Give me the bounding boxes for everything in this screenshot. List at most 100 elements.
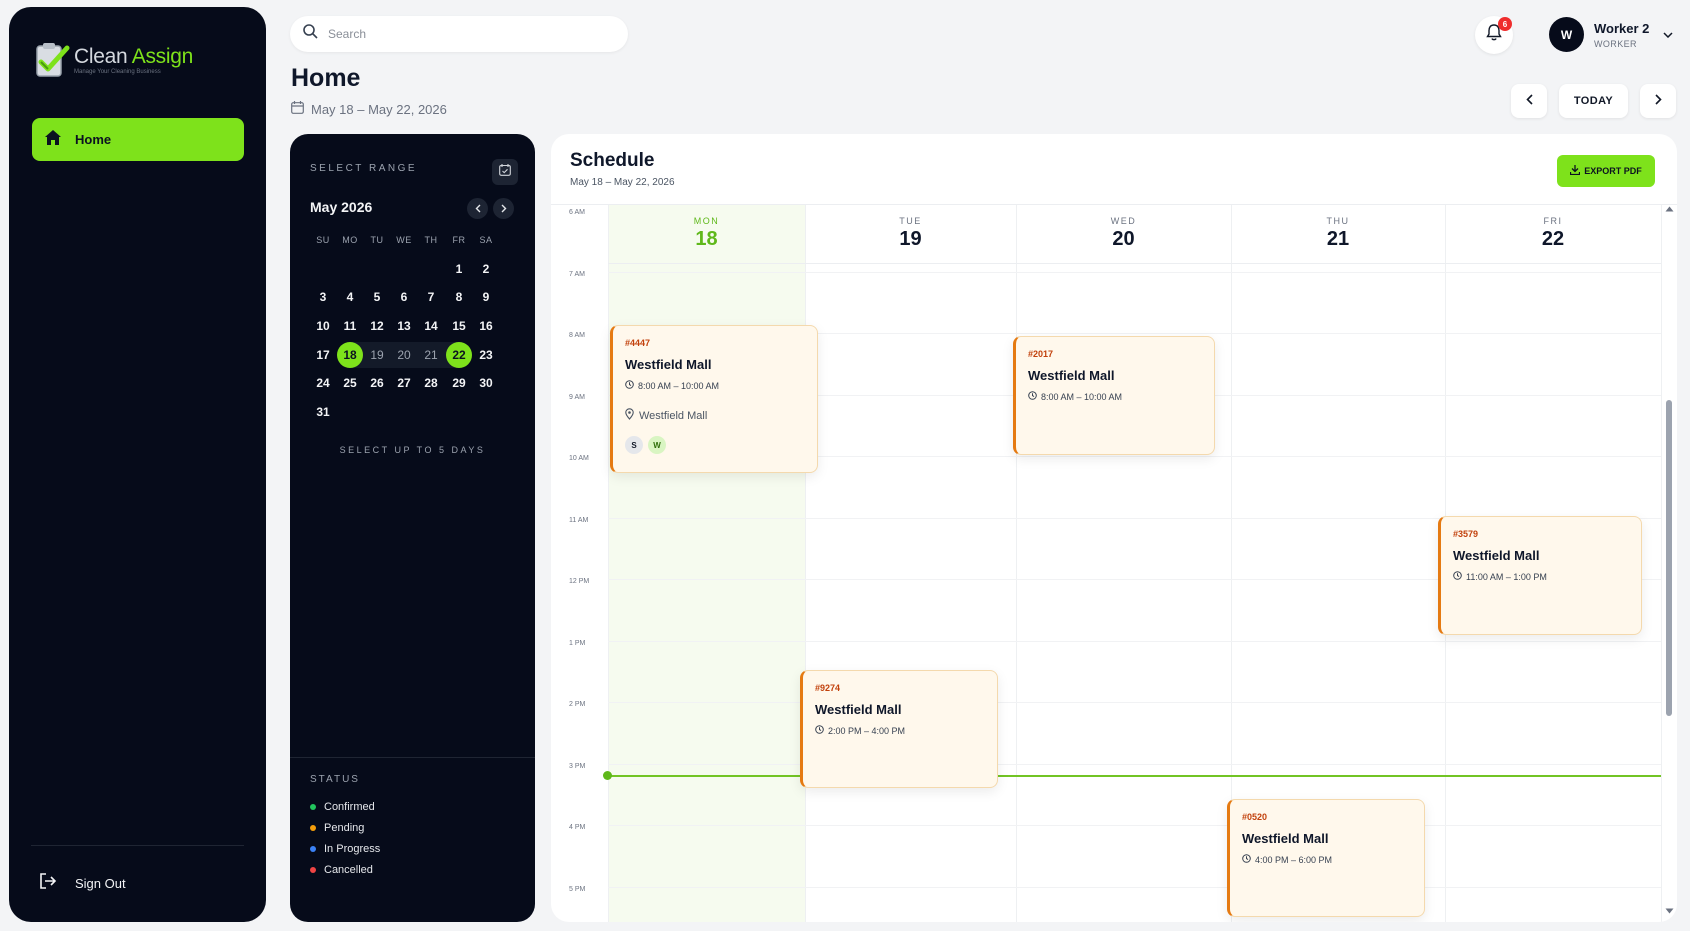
chevron-down-icon[interactable]: [1663, 25, 1673, 43]
calendar-day[interactable]: 9: [473, 284, 499, 310]
day-header[interactable]: FRI 22: [1445, 216, 1661, 251]
download-icon: [1570, 165, 1581, 177]
chevron-left-icon: [1525, 94, 1533, 108]
scroll-down-arrow-icon[interactable]: [1665, 908, 1674, 914]
user-menu[interactable]: W Worker 2 WORKER: [1549, 17, 1673, 52]
export-pdf-button[interactable]: EXPORT PDF: [1557, 155, 1655, 187]
calendar-day[interactable]: 27: [391, 370, 417, 396]
calendar-day[interactable]: 12: [364, 313, 390, 339]
calendar-day[interactable]: 3: [310, 284, 336, 310]
day-header-name: TUE: [899, 216, 922, 226]
calendar-day[interactable]: 7: [418, 284, 444, 310]
calendar-day[interactable]: 2: [473, 256, 499, 282]
prev-month-button[interactable]: [467, 198, 488, 219]
hour-gridline: [608, 886, 1661, 888]
calendar-day[interactable]: 14: [418, 313, 444, 339]
sign-out-button[interactable]: Sign Out: [39, 873, 126, 894]
calendar-reset-button[interactable]: [492, 159, 518, 185]
hour-gridline: [608, 271, 1661, 273]
calendar-day[interactable]: 11: [337, 313, 363, 339]
calendar-day[interactable]: 26: [364, 370, 390, 396]
hour-gridline: [608, 763, 1661, 765]
today-button[interactable]: TODAY: [1559, 84, 1628, 118]
sign-out-icon: [39, 873, 57, 894]
calendar-day[interactable]: 24: [310, 370, 336, 396]
sign-out-label: Sign Out: [75, 876, 126, 891]
status-dot-icon: [310, 867, 316, 873]
notification-count-badge: 6: [1498, 17, 1512, 31]
calendar-day[interactable]: 31: [310, 399, 336, 425]
calendar-day[interactable]: 29: [446, 370, 472, 396]
calendar-day[interactable]: 13: [391, 313, 417, 339]
day-header[interactable]: TUE 19: [805, 216, 1016, 251]
previous-week-button[interactable]: [1511, 84, 1547, 118]
appointment-address-text: Westfield Mall: [639, 409, 708, 422]
calendar-day[interactable]: 28: [418, 370, 444, 396]
scroll-up-arrow-icon[interactable]: [1665, 206, 1674, 212]
day-header-date: 19: [899, 228, 922, 250]
day-header-name: FRI: [1543, 216, 1563, 226]
scrollbar-thumb[interactable]: [1666, 400, 1672, 716]
appointment-location: Westfield Mall: [1242, 831, 1329, 846]
time-label: 7 AM: [569, 270, 585, 278]
range-limit-note: SELECT UP TO 5 DAYS: [339, 445, 486, 455]
appointment-id: #4447: [625, 338, 651, 348]
clock-icon: [1453, 571, 1462, 582]
calendar-day[interactable]: 17: [310, 342, 336, 368]
search-input[interactable]: [328, 27, 608, 41]
appointment-time-text: 4:00 PM – 6:00 PM: [1255, 854, 1333, 865]
appointment-id: #9274: [815, 683, 841, 693]
calendar-day[interactable]: 20: [391, 342, 417, 368]
calendar-day[interactable]: 25: [337, 370, 363, 396]
calendar-day[interactable]: 4: [337, 284, 363, 310]
app-logo[interactable]: Clean Assign Manage Your Cleaning Busine…: [31, 40, 193, 80]
day-header[interactable]: WED 20: [1016, 216, 1231, 251]
calendar-day[interactable]: 15: [446, 313, 472, 339]
sidebar-item-label: Home: [75, 132, 112, 147]
weekday-label: SA: [479, 235, 493, 245]
weekday-label: SU: [316, 235, 330, 245]
appointment-card[interactable]: #2017 Westfield Mall 8:00 AM – 10:00 AM: [1013, 336, 1215, 455]
calendar-day[interactable]: 18: [337, 342, 363, 368]
status-label: Pending: [324, 822, 365, 834]
calendar-day[interactable]: 10: [310, 313, 336, 339]
day-header[interactable]: THU 21: [1231, 216, 1445, 251]
appointment-location: Westfield Mall: [1453, 548, 1540, 563]
appointment-card[interactable]: #3579 Westfield Mall 11:00 AM – 1:00 PM: [1438, 516, 1642, 635]
clock-icon: [1028, 391, 1037, 402]
status-legend-item: Confirmed: [310, 801, 375, 813]
time-label: 12 PM: [569, 578, 590, 585]
calendar-day[interactable]: 6: [391, 284, 417, 310]
calendar-day[interactable]: 23: [473, 342, 499, 368]
date-range-text: May 18 – May 22, 2026: [311, 101, 447, 117]
next-week-button[interactable]: [1640, 84, 1676, 118]
calendar-day[interactable]: 1: [446, 256, 472, 282]
calendar-day[interactable]: 16: [473, 313, 499, 339]
calendar-day[interactable]: 21: [418, 342, 444, 368]
home-icon: [45, 129, 61, 150]
calendar-day[interactable]: 22: [446, 342, 472, 368]
calendar-day[interactable]: 30: [473, 370, 499, 396]
appointment-card[interactable]: #9274 Westfield Mall 2:00 PM – 4:00 PM: [800, 670, 998, 788]
time-label: 11 AM: [569, 516, 589, 524]
next-month-button[interactable]: [493, 198, 514, 219]
appointment-card[interactable]: #0520 Westfield Mall 4:00 PM – 6:00 PM: [1227, 799, 1425, 917]
calendar-day[interactable]: 19: [364, 342, 390, 368]
logo-tagline: Manage Your Cleaning Business: [74, 68, 161, 75]
sidebar-item-home[interactable]: Home: [32, 118, 244, 161]
day-header-date: 20: [1112, 228, 1135, 250]
calendar-day[interactable]: 8: [446, 284, 472, 310]
notifications-button[interactable]: 6: [1475, 16, 1513, 54]
logo-word-clean: Clean: [74, 44, 128, 68]
date-range: May 18 – May 22, 2026: [291, 101, 447, 117]
appointment-card[interactable]: #4447 Westfield Mall 8:00 AM – 10:00 AM Wes…: [610, 325, 818, 473]
calendar-day[interactable]: 5: [364, 284, 390, 310]
search-bar[interactable]: [290, 16, 628, 52]
time-label: 6 AM: [569, 209, 585, 216]
status-dot-icon: [310, 846, 316, 852]
day-header[interactable]: MON 18: [608, 216, 805, 251]
appointment-time: 8:00 AM – 10:00 AM: [625, 380, 805, 391]
calendar-check-icon: [499, 163, 511, 181]
status-legend-item: Pending: [310, 822, 364, 834]
time-label: 8 AM: [569, 332, 585, 339]
